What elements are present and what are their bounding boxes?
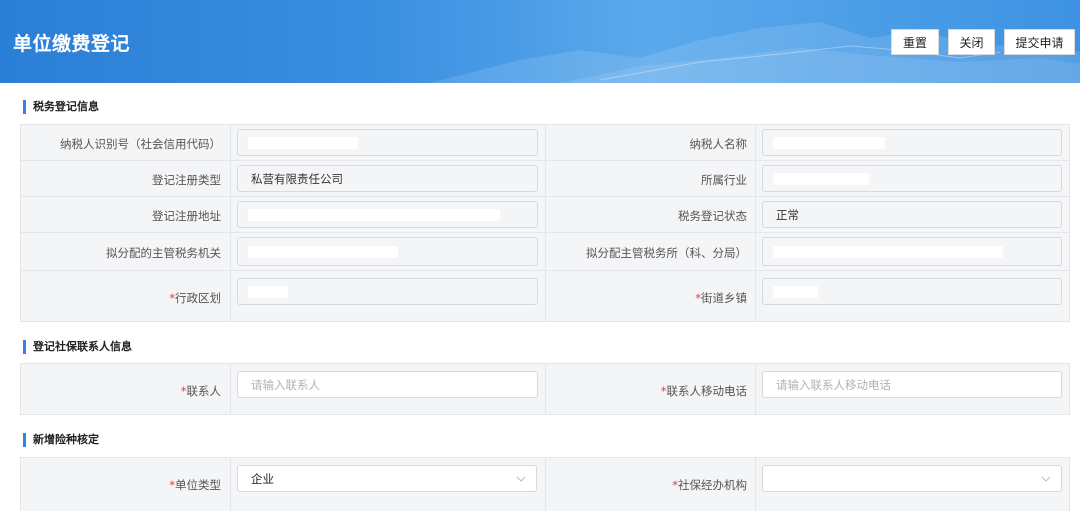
divider [545, 197, 546, 232]
district-label-text: 行政区划 [175, 291, 221, 305]
unit-type-value: 企业 [251, 471, 274, 486]
taxpayer-name-field [762, 129, 1062, 156]
page-title: 单位缴费登记 [13, 33, 131, 55]
district-label: *行政区划 [169, 290, 221, 306]
divider [230, 197, 231, 232]
tax-authority-field [237, 237, 538, 266]
district-field [237, 278, 538, 305]
page-header: 单位缴费登记 重置 关闭 提交申请 [0, 0, 1080, 83]
street-label-text: 街道乡镇 [701, 291, 747, 305]
taxpayer-id-label: 纳税人识别号（社会信用代码） [60, 137, 221, 151]
agency-label: *社保经办机构 [672, 477, 747, 493]
divider [755, 125, 756, 160]
street-field [762, 278, 1062, 305]
divider [545, 233, 546, 270]
divider [230, 125, 231, 160]
registration-address-field [237, 201, 538, 228]
section-title-insurance: 新增险种核定 [23, 433, 99, 447]
chevron-down-icon [1041, 476, 1051, 482]
divider [230, 458, 231, 511]
divider [545, 271, 546, 321]
taxpayer-id-field [237, 129, 538, 156]
unit-type-label-text: 单位类型 [175, 478, 221, 492]
divider [230, 161, 231, 196]
redacted-value [773, 246, 1003, 258]
tax-row-4: 拟分配的主管税务机关 拟分配主管税务所（科、分局） [21, 233, 1069, 271]
divider [545, 125, 546, 160]
contact-input[interactable] [251, 377, 537, 392]
chevron-down-icon [516, 476, 526, 482]
redacted-value [248, 209, 500, 221]
section-title-contact: 登记社保联系人信息 [23, 340, 132, 354]
agency-select[interactable] [762, 465, 1062, 492]
insurance-row: *单位类型 企业 *社保经办机构 [21, 458, 1069, 511]
tax-info-grid: 纳税人识别号（社会信用代码） 纳税人名称 登记注册类型 私营有限责任公司 所属行… [20, 124, 1070, 322]
divider [545, 458, 546, 511]
divider [755, 233, 756, 270]
tax-row-2: 登记注册类型 私营有限责任公司 所属行业 [21, 161, 1069, 197]
redacted-value [248, 137, 358, 149]
section-title-tax: 税务登记信息 [23, 100, 99, 114]
redacted-value [773, 286, 818, 298]
redacted-value [248, 286, 288, 298]
tax-office-field [762, 237, 1062, 266]
registration-type-field: 私营有限责任公司 [237, 165, 538, 192]
divider [545, 161, 546, 196]
divider [230, 233, 231, 270]
divider [545, 364, 546, 414]
tax-status-label: 税务登记状态 [678, 209, 747, 223]
divider [230, 271, 231, 321]
mobile-input[interactable] [776, 377, 1061, 392]
contact-input-box[interactable] [237, 371, 538, 398]
reset-button[interactable]: 重置 [891, 29, 939, 55]
registration-address-label: 登记注册地址 [152, 209, 221, 223]
contact-row: *联系人 *联系人移动电话 [21, 364, 1069, 414]
street-label: *街道乡镇 [695, 290, 747, 306]
divider [755, 458, 756, 511]
divider [755, 161, 756, 196]
agency-label-text: 社保经办机构 [678, 478, 747, 492]
tax-row-3: 登记注册地址 税务登记状态 正常 [21, 197, 1069, 233]
unit-type-select[interactable]: 企业 [237, 465, 537, 492]
contact-label: *联系人 [181, 383, 221, 399]
insurance-grid: *单位类型 企业 *社保经办机构 [20, 457, 1070, 511]
taxpayer-name-label: 纳税人名称 [689, 137, 748, 151]
industry-label: 所属行业 [701, 173, 747, 187]
mobile-input-box[interactable] [762, 371, 1062, 398]
close-button[interactable]: 关闭 [948, 29, 995, 55]
submit-application-button[interactable]: 提交申请 [1004, 29, 1075, 55]
mobile-label: *联系人移动电话 [661, 383, 747, 399]
divider [230, 364, 231, 414]
mobile-label-text: 联系人移动电话 [666, 384, 748, 398]
redacted-value [773, 173, 869, 185]
registration-type-label: 登记注册类型 [152, 173, 221, 187]
unit-type-label: *单位类型 [169, 477, 221, 493]
tax-status-field: 正常 [762, 201, 1062, 228]
industry-field [762, 165, 1062, 192]
tax-authority-label: 拟分配的主管税务机关 [106, 246, 221, 260]
tax-office-label: 拟分配主管税务所（科、分局） [586, 246, 747, 260]
tax-row-1: 纳税人识别号（社会信用代码） 纳税人名称 [21, 125, 1069, 161]
redacted-value [248, 246, 398, 258]
divider [755, 364, 756, 414]
divider [755, 271, 756, 321]
registration-type-value: 私营有限责任公司 [251, 171, 343, 186]
tax-status-value: 正常 [776, 207, 799, 222]
contact-label-text: 联系人 [186, 384, 222, 398]
divider [755, 197, 756, 232]
redacted-value [773, 137, 885, 149]
tax-row-5: *行政区划 *街道乡镇 [21, 271, 1069, 321]
contact-grid: *联系人 *联系人移动电话 [20, 363, 1070, 415]
